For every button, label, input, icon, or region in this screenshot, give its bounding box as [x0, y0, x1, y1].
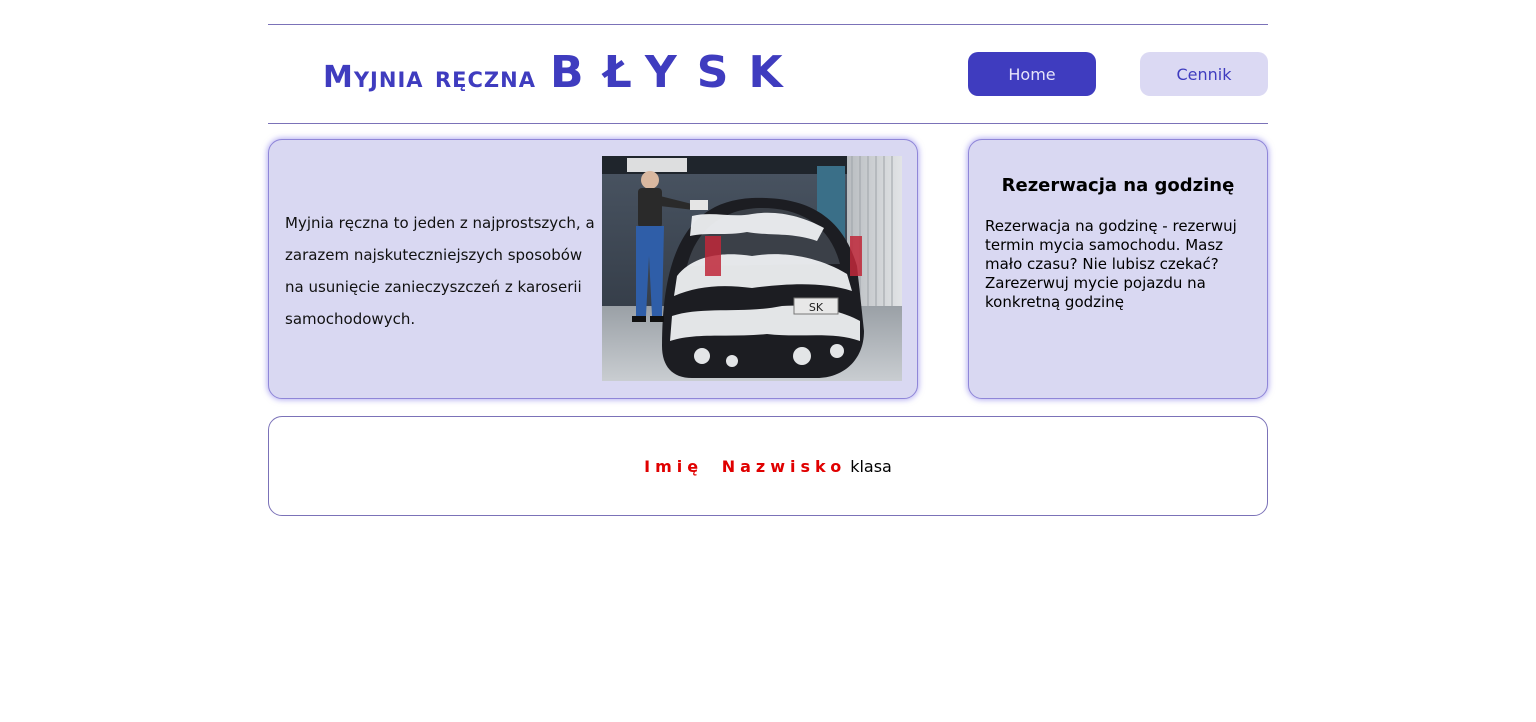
site-header: Myjnia ręczna BŁYSK Home Cennik [268, 25, 1268, 123]
nav-home-button[interactable]: Home [968, 52, 1096, 96]
class-label: klasa [850, 456, 892, 476]
logo-text: Myjnia ręczna [323, 60, 536, 95]
car-wash-illustration: SK [602, 156, 902, 381]
reservation-section: Rezerwacja na godzinę Rezerwacja na godz… [968, 139, 1268, 399]
site-footer: Imię Nazwisko klasa [268, 416, 1268, 516]
reservation-title: Rezerwacja na godzinę [1001, 175, 1235, 196]
reservation-text: Rezerwacja na godzinę - rezerwuj termin … [985, 217, 1237, 311]
author-name: Imię Nazwisko [644, 456, 847, 476]
car-wash-photo: SK [602, 156, 902, 381]
main-section: Myjnia ręczna to jeden z najprostszych, … [268, 139, 918, 399]
header-divider [268, 123, 1268, 124]
main-paragraph: Myjnia ręczna to jeden z najprostszych, … [285, 214, 595, 328]
nav-cennik-button[interactable]: Cennik [1140, 52, 1268, 96]
logo-brand: BŁYSK [549, 47, 803, 98]
license-plate: SK [809, 301, 824, 314]
page: Myjnia ręczna BŁYSK Home Cennik Myjnia rę… [0, 0, 1536, 722]
site-logo: Myjnia ręczna BŁYSK [323, 51, 803, 95]
